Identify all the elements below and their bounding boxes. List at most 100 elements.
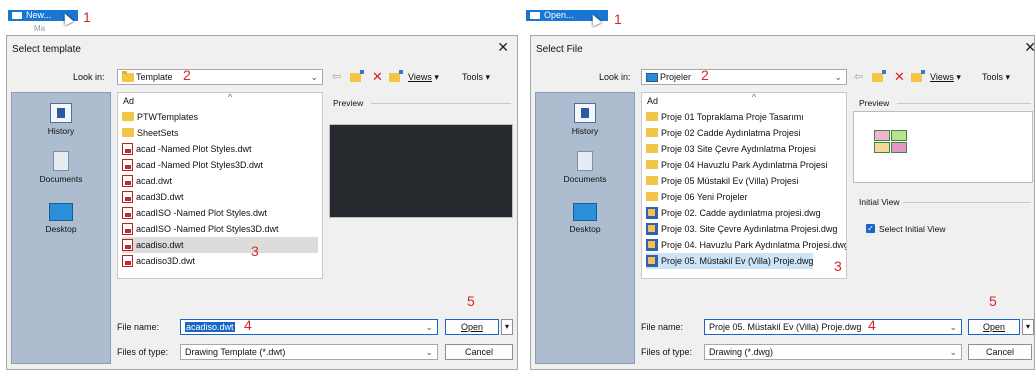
views-menu[interactable]: Views ▾ xyxy=(408,69,439,85)
preview-pane xyxy=(853,111,1033,183)
annotation-4: 4 xyxy=(868,317,876,333)
list-item[interactable]: Proje 06 Yeni Projeler xyxy=(646,189,748,205)
dialog-toolbar: ⇦ ✕ Views ▾ Tools ▾ xyxy=(854,69,1035,85)
list-item[interactable]: Proje 02 Cadde Aydınlatma Projesi xyxy=(646,125,800,141)
tools-menu[interactable]: Tools ▾ xyxy=(462,69,490,85)
list-item-selected[interactable]: Proje 05. Müstakil Ev (Villa) Proje.dwg xyxy=(646,253,814,269)
list-item[interactable]: Proje 04. Havuzlu Park Aydınlatma Projes… xyxy=(646,237,846,253)
delete-icon[interactable]: ✕ xyxy=(894,69,905,85)
views-menu[interactable]: Views ▾ xyxy=(930,69,961,85)
list-item[interactable]: acadISO -Named Plot Styles.dwt xyxy=(122,205,267,221)
list-item-selected[interactable]: acadiso.dwt xyxy=(122,237,318,253)
place-history[interactable]: History xyxy=(536,103,634,136)
list-item[interactable]: Proje 03 Site Çevre Aydınlatma Projesi xyxy=(646,141,816,157)
folder-icon xyxy=(646,128,658,138)
list-item[interactable]: acad -Named Plot Styles.dwt xyxy=(122,141,252,157)
chevron-down-icon: ⌄ xyxy=(834,72,842,82)
annotation-3: 3 xyxy=(251,243,259,259)
cancel-button[interactable]: Cancel xyxy=(445,344,513,360)
annotation-1: 1 xyxy=(83,9,91,25)
list-item[interactable]: PTWTemplates xyxy=(122,109,198,125)
back-icon[interactable]: ⇦ xyxy=(854,69,863,85)
preview-label: Preview xyxy=(859,98,890,108)
list-item[interactable]: SheetSets xyxy=(122,125,179,141)
look-in-combo[interactable]: Template ⌄ xyxy=(117,69,323,85)
preview-thumbnail xyxy=(874,142,890,153)
file-name-input[interactable]: Proje 05. Müstakil Ev (Villa) Proje.dwg … xyxy=(704,319,962,335)
list-item[interactable]: Proje 03. Site Çevre Aydınlatma Projesi.… xyxy=(646,221,837,237)
place-desktop[interactable]: Desktop xyxy=(536,203,634,234)
files-of-type-select[interactable]: Drawing Template (*.dwt) ⌄ xyxy=(180,344,438,360)
place-history[interactable]: History xyxy=(12,103,110,136)
select-initial-view-checkbox[interactable]: ✓ xyxy=(866,224,875,233)
annotation-3: 3 xyxy=(834,258,842,274)
sort-caret-icon: ^ xyxy=(752,92,757,102)
folder-icon xyxy=(646,112,658,122)
column-header-name[interactable]: Ad xyxy=(647,96,658,106)
files-of-type-label: Files of type: xyxy=(117,347,169,357)
place-documents[interactable]: Documents xyxy=(536,151,634,184)
list-item[interactable]: acad -Named Plot Styles3D.dwt xyxy=(122,157,263,173)
close-icon[interactable]: ✕ xyxy=(1024,39,1035,56)
dwg-file-icon xyxy=(646,206,658,219)
back-icon[interactable]: ⇦ xyxy=(332,69,341,85)
dwg-file-icon xyxy=(646,222,658,235)
up-folder-icon[interactable] xyxy=(872,70,886,82)
files-of-type-select[interactable]: Drawing (*.dwg) ⌄ xyxy=(704,344,962,360)
places-bar: History Documents Desktop xyxy=(535,92,635,364)
file-name-input[interactable]: acadiso.dwt ⌄ xyxy=(180,319,438,335)
dialog-title: Select File xyxy=(536,44,583,55)
list-item[interactable]: Proje 04 Havuzlu Park Aydınlatma Projesi xyxy=(646,157,827,173)
column-header-name[interactable]: Ad xyxy=(123,96,134,106)
initial-view-label: Initial View xyxy=(859,197,900,207)
preview-thumbnail xyxy=(874,130,890,141)
delete-icon[interactable]: ✕ xyxy=(372,69,383,85)
new-folder-icon[interactable] xyxy=(389,70,403,82)
list-item[interactable]: acad.dwt xyxy=(122,173,172,189)
chevron-down-icon: ⌄ xyxy=(425,347,433,357)
list-item[interactable]: acad3D.dwt xyxy=(122,189,184,205)
annotation-2: 2 xyxy=(183,67,191,83)
list-item[interactable]: Proje 02. Cadde aydınlatma projesi.dwg xyxy=(646,205,821,221)
desktop-icon xyxy=(573,203,597,221)
tools-menu[interactable]: Tools ▾ xyxy=(982,69,1010,85)
close-icon[interactable]: ✕ xyxy=(497,39,509,56)
open-dropdown-button[interactable]: ▾ xyxy=(1022,319,1034,335)
annotation-5: 5 xyxy=(989,293,997,309)
annotation-4: 4 xyxy=(244,317,252,333)
open-button[interactable]: Open xyxy=(445,319,499,335)
file-list[interactable]: Ad ^ PTWTemplates SheetSets acad -Named … xyxy=(117,92,323,279)
open-button[interactable]: Open xyxy=(968,319,1020,335)
chevron-down-icon[interactable]: ⌄ xyxy=(949,320,957,334)
dwt-file-icon xyxy=(122,158,133,171)
up-folder-icon[interactable] xyxy=(350,70,364,82)
places-bar: History Documents Desktop xyxy=(11,92,111,364)
chevron-down-icon[interactable]: ⌄ xyxy=(425,320,433,334)
file-list[interactable]: Ad ^ Proje 01 Topraklama Proje Tasarımı … xyxy=(641,92,847,279)
initial-view-divider xyxy=(903,202,1031,203)
preview-pane xyxy=(329,124,513,218)
preview-label: Preview xyxy=(333,98,364,108)
dialog-toolbar: ⇦ ✕ Views ▾ Tools ▾ xyxy=(332,69,517,85)
list-item[interactable]: Proje 05 Müstakil Ev (Villa) Projesi xyxy=(646,173,798,189)
history-icon xyxy=(574,103,596,123)
annotation-1: 1 xyxy=(614,11,622,27)
desktop-icon xyxy=(49,203,73,221)
folder-icon xyxy=(646,144,658,154)
new-folder-icon[interactable] xyxy=(911,70,925,82)
list-item[interactable]: acadISO -Named Plot Styles3D.dwt xyxy=(122,221,279,237)
list-item[interactable]: acadiso3D.dwt xyxy=(122,253,195,269)
monitor-icon xyxy=(646,73,658,82)
dwt-file-icon xyxy=(122,254,133,267)
select-template-dialog: Select template ✕ Look in: Template ⌄ 2 … xyxy=(6,35,518,370)
open-dropdown-button[interactable]: ▾ xyxy=(501,319,513,335)
folder-icon xyxy=(122,128,134,138)
dwt-file-icon xyxy=(122,142,133,155)
preview-divider xyxy=(897,103,1031,104)
dialog-title: Select template xyxy=(12,44,81,55)
list-item[interactable]: Proje 01 Topraklama Proje Tasarımı xyxy=(646,109,804,125)
look-in-combo[interactable]: Projeler ⌄ xyxy=(641,69,847,85)
place-desktop[interactable]: Desktop xyxy=(12,203,110,234)
place-documents[interactable]: Documents xyxy=(12,151,110,184)
cancel-button[interactable]: Cancel xyxy=(968,344,1032,360)
